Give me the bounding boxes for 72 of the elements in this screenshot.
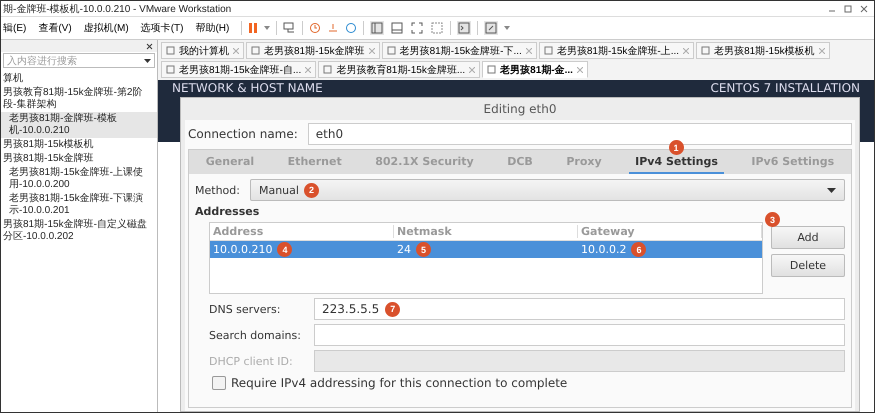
vm-icon — [251, 46, 260, 55]
vm-tab[interactable]: 老男孩教育81期-15k金牌班... — [318, 61, 480, 78]
vm-tab[interactable]: 老男孩81期-15k金牌班-自... — [161, 61, 316, 78]
input-field[interactable] — [314, 350, 845, 372]
input-field[interactable]: eth0 — [308, 123, 852, 145]
thumbnail-icon[interactable] — [390, 21, 404, 35]
field-label: Connection name: — [188, 127, 298, 141]
vm-tab[interactable]: 老男孩81期-金... — [482, 61, 588, 78]
close-icon[interactable] — [146, 42, 153, 50]
table-row[interactable]: 10.0.0.210 4 24 5 10.0.0.2 6 — [210, 241, 762, 258]
window-title: 期-金牌班-模板机-10.0.0.210 - VMware Workstation — [3, 2, 232, 16]
menu-item[interactable]: 虚拟机(M) — [84, 21, 129, 35]
table-cell: 10.0.0.210 — [213, 243, 272, 256]
table-cell: 24 — [397, 243, 411, 256]
input-field[interactable] — [314, 324, 845, 346]
step-badge: 4 — [277, 242, 292, 257]
product-title: CENTOS 7 INSTALLATION — [710, 81, 860, 95]
clock-icon[interactable] — [309, 22, 322, 34]
checkbox[interactable] — [212, 376, 226, 390]
tree-item[interactable]: 老男孩81期-15k金牌班-上课使用-10.0.0.200 — [1, 166, 157, 192]
vm-icon — [166, 46, 175, 55]
tree-item[interactable]: 算机 — [1, 72, 157, 86]
vm-icon — [323, 65, 332, 74]
network-icon[interactable] — [283, 22, 296, 34]
step-badge: 6 — [631, 242, 646, 257]
tree-item[interactable]: 男孩81期-15k金牌班-自定义磁盘分区-10.0.0.202 — [1, 218, 157, 244]
step-badge: 7 — [385, 302, 400, 316]
sidebar-icon[interactable] — [370, 21, 384, 35]
tree-item[interactable]: 老男孩81期-15k金牌班-下课演示-10.0.0.201 — [1, 192, 157, 218]
field-label: Search domains: — [209, 328, 302, 342]
maximize-icon[interactable] — [844, 4, 852, 12]
close-icon[interactable] — [860, 4, 868, 12]
vm-tab[interactable]: 老男孩81期-15k金牌班-上... — [538, 42, 694, 59]
vm-icon — [701, 46, 710, 55]
snapshot-manager-icon[interactable] — [345, 22, 358, 34]
vm-icon — [487, 65, 496, 74]
vm-tab[interactable]: 我的计算机 — [161, 42, 244, 59]
dialog-title: Editing eth0 — [482, 101, 558, 118]
tree-item[interactable]: 男孩81期-15k金牌班 — [1, 152, 157, 166]
vm-tab[interactable]: 老男孩81期-15k模板机 — [696, 42, 830, 59]
step-badge: 2 — [304, 182, 319, 198]
step-badge: 3 — [765, 212, 780, 227]
menu-item[interactable]: 选项卡(T) — [140, 21, 184, 35]
input-field[interactable]: 223.5.5.5 7 — [314, 298, 845, 320]
menu-item[interactable]: 辑(E) — [3, 21, 26, 35]
pause-icon[interactable] — [248, 22, 258, 34]
caret-icon[interactable] — [144, 58, 151, 62]
table-cell: 10.0.0.2 — [581, 243, 626, 256]
caret-icon — [827, 188, 836, 192]
dialog-button[interactable]: Add — [771, 226, 845, 249]
field-label: DHCP client ID: — [209, 354, 294, 368]
step-badge: 5 — [416, 242, 431, 257]
menu-item[interactable]: 帮助(H) — [195, 21, 230, 35]
step-badge: 1 — [668, 140, 684, 155]
section-title: NETWORK & HOST NAME — [172, 81, 323, 95]
tree-item[interactable]: 老男孩81期-金牌班-模板机-10.0.0.210 — [1, 112, 157, 138]
dialog-button[interactable]: Delete — [771, 254, 845, 277]
menu-item[interactable]: 查看(V) — [38, 21, 72, 35]
method-dropdown[interactable]: Manual 2 — [250, 179, 845, 201]
vm-icon — [544, 46, 553, 55]
field-label: DNS servers: — [209, 302, 282, 316]
vm-icon — [386, 46, 396, 55]
checkbox-label: Require IPv4 addressing for this connection to complete — [231, 376, 568, 390]
fullscreen-icon[interactable] — [410, 21, 424, 35]
field-label: Method: — [195, 184, 240, 196]
vm-tab[interactable]: 老男孩81期-15k金牌班-下... — [382, 42, 537, 59]
vm-tab[interactable]: 老男孩81期-15k金牌班 — [246, 42, 380, 59]
tree-item[interactable]: 男孩81期-15k模板机 — [1, 138, 157, 152]
terminal-icon[interactable] — [457, 21, 472, 35]
tree-item[interactable]: 男孩教育81期-15k金牌班-第2阶段-集群架构 — [1, 86, 157, 112]
vm-icon — [166, 65, 175, 74]
section-heading: Addresses — [195, 205, 260, 218]
